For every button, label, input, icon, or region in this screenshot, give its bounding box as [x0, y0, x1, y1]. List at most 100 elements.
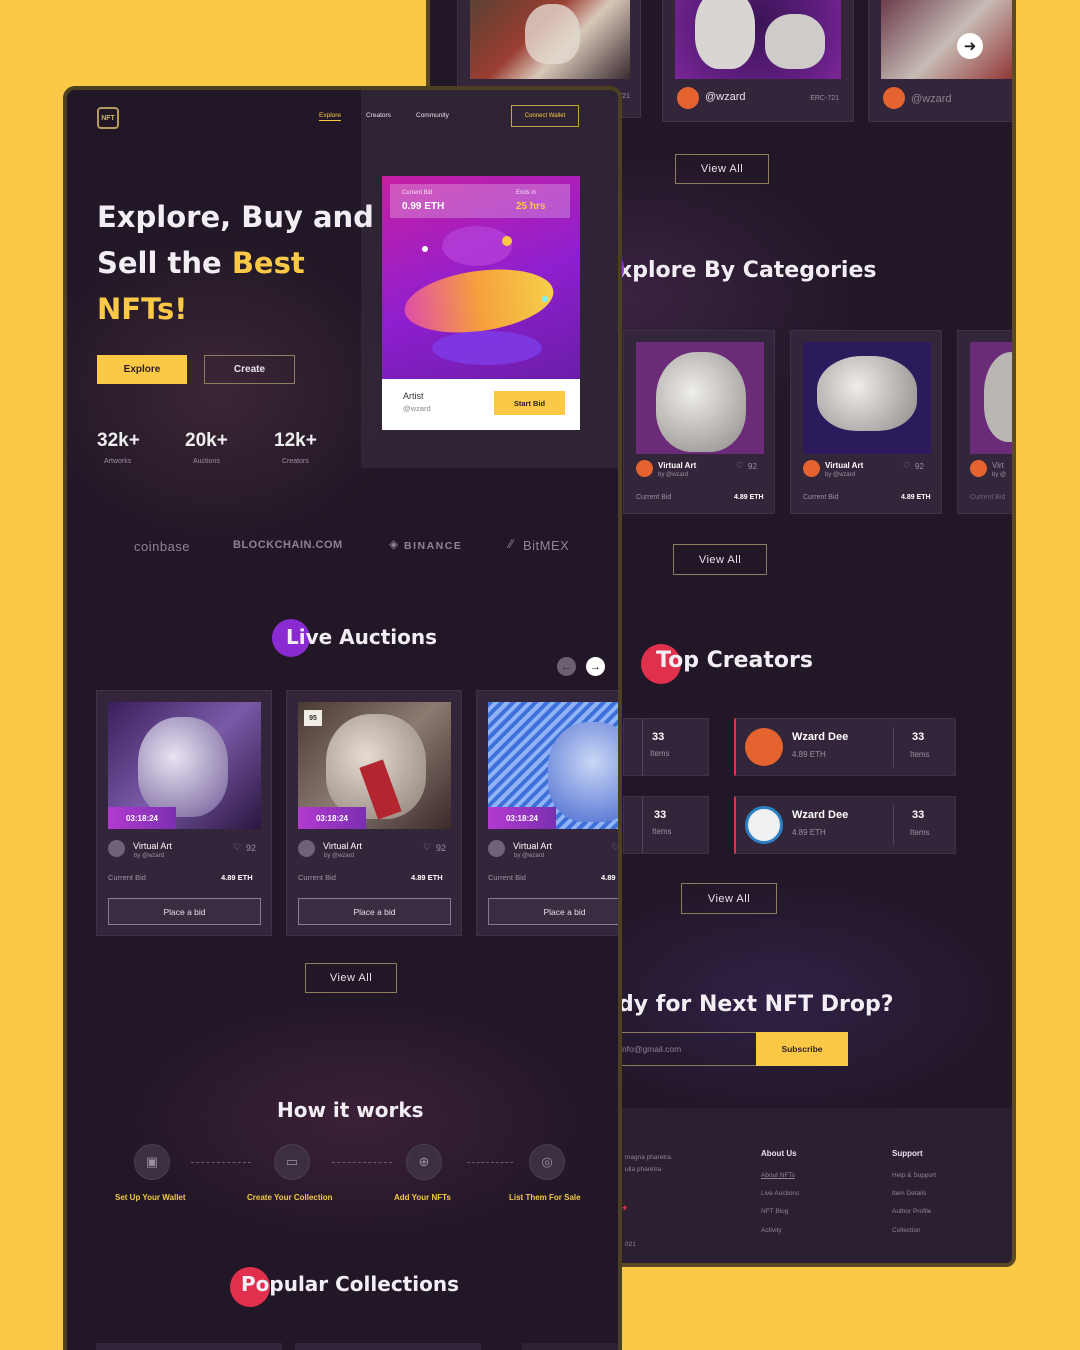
footer-link[interactable]: Collection [892, 1227, 921, 1234]
owner-name: @wzard [705, 91, 746, 103]
bid-label: Current Bid [803, 494, 839, 501]
nav-creators[interactable]: Creators [366, 112, 391, 119]
items-count: 33 [654, 809, 667, 821]
creator-name: Wzard Dee [792, 809, 849, 821]
place-bid-button[interactable]: Place a bid [108, 898, 261, 925]
copyright: 021 [625, 1241, 636, 1248]
logo[interactable]: NFT [97, 107, 119, 129]
arrow-left-icon[interactable]: ← [557, 657, 576, 676]
top-card-2[interactable]: @wzard ERC-721 [662, 0, 854, 122]
create-button[interactable]: Create [204, 355, 295, 384]
creator-card-2[interactable]: Wzard Dee 4.89 ETH 33 Items [734, 796, 956, 854]
connect-wallet-button[interactable]: Connect Wallet [511, 105, 579, 127]
popular-collections-title: Popular Collections [241, 1272, 459, 1296]
nav-community[interactable]: Community [416, 112, 449, 119]
number-badge: 95 [304, 710, 322, 726]
start-bid-button[interactable]: Start Bid [494, 391, 565, 415]
view-all-button[interactable]: View All [675, 154, 769, 184]
partner-logo-blockchain: BLOCKCHAIN.COM [233, 539, 343, 551]
view-all-button[interactable]: View All [305, 963, 397, 993]
email-input[interactable]: nfo@gmail.com [618, 1032, 757, 1066]
place-bid-button[interactable]: Place a bid [488, 898, 618, 925]
explore-button[interactable]: Explore [97, 355, 187, 384]
hero-nft-card[interactable]: Current Bid 0.99 ETH Ends in 25 hrs Arti… [382, 176, 580, 430]
bitmex-icon: ⁄⁄ [509, 537, 514, 551]
hero-title: Explore, Buy and Sell the Best NFTs! [97, 200, 374, 326]
item-creator: by @wzard [134, 853, 165, 859]
bid-value: 4.89 [601, 873, 616, 882]
view-all-button[interactable]: View All [681, 883, 777, 914]
category-card-2[interactable]: Virtual Art by @wzard ♡ 92 Current Bid 4… [790, 330, 942, 514]
item-title: Virtual Art [825, 461, 864, 470]
auction-card-2[interactable]: 95 03:18:24 Virtual Art by @wzard ♡ 92 C… [286, 690, 462, 936]
footer-link[interactable]: Live Auctions [761, 1190, 799, 1197]
artist-handle: @wzard [403, 404, 431, 413]
footer-link[interactable]: NFT Blog [761, 1208, 788, 1215]
footer-link[interactable]: About NFTs [761, 1172, 795, 1179]
footer-link[interactable]: Help & Support [892, 1172, 936, 1179]
bid-label: Current Bid [488, 873, 526, 882]
avatar [636, 460, 653, 477]
collection-card[interactable] [295, 1343, 481, 1350]
creator-card-left-2[interactable]: 33 Items [623, 796, 709, 854]
bid-value: 4.89 ETH [901, 494, 931, 501]
footer-link[interactable]: Item Details [892, 1190, 926, 1197]
category-card-1[interactable]: Virtual Art by @wzard ♡ 92 Current Bid 4… [623, 330, 775, 514]
auction-card-3[interactable]: 03:18:24 Virtual Art by @wzard ♡ Current… [476, 690, 618, 936]
item-creator: by @ [992, 472, 1007, 478]
nav-explore[interactable]: Explore [319, 112, 342, 121]
avatar [883, 87, 905, 109]
item-title: Virtual Art [513, 841, 552, 851]
collection-card[interactable] [96, 1343, 282, 1350]
bid-value: 4.89 ETH [221, 873, 253, 882]
heart-icon[interactable]: ♡ [736, 461, 743, 470]
place-bid-button[interactable]: Place a bid [298, 898, 451, 925]
view-all-button[interactable]: View All [673, 544, 767, 575]
list-sale-icon: ◎ [529, 1144, 565, 1180]
auction-card-1[interactable]: 03:18:24 Virtual Art by @wzard ♡ 92 Curr… [96, 690, 272, 936]
heart-icon[interactable]: ♡ [423, 842, 431, 853]
heart-icon[interactable]: ♡ [233, 842, 241, 853]
arrow-right-icon[interactable]: → [586, 657, 605, 676]
footer-link[interactable]: Activity [761, 1227, 782, 1234]
arrow-right-icon[interactable]: ➜ [957, 33, 983, 59]
partner-logo-binance: BINANCE [404, 540, 463, 552]
item-creator: by @wzard [514, 853, 545, 859]
avatar [108, 840, 125, 857]
stat-value: 32k+ [97, 430, 140, 451]
heart-icon[interactable]: ♡ [903, 461, 910, 470]
footer-support-title: Support [892, 1149, 923, 1158]
current-bid-value: 0.99 ETH [402, 201, 445, 212]
partner-logo-bitmex: BitMEX [523, 538, 570, 553]
top-card-3[interactable]: @wzard ➜ [868, 0, 1012, 122]
footer-about-title: About Us [761, 1149, 797, 1158]
auction-timer: 03:18:24 [298, 807, 366, 829]
front-page: NFT Explore Creators Community Connect W… [63, 86, 622, 1350]
ends-value: 25 hrs [516, 201, 546, 212]
stat-value: 20k+ [185, 430, 228, 451]
creator-card-left-1[interactable]: 33 Items [623, 718, 709, 776]
creator-card-1[interactable]: Wzard Dee 4.89 ETH 33 Items [734, 718, 956, 776]
footer-link[interactable]: Author Profile [892, 1208, 931, 1215]
add-nft-icon: ⊕ [406, 1144, 442, 1180]
item-creator: by @wzard [658, 472, 689, 478]
stat-label: Artworks [104, 458, 132, 465]
subscribe-button[interactable]: Subscribe [756, 1032, 848, 1066]
step-label: Create Your Collection [247, 1193, 333, 1202]
heart-icon[interactable]: ♡ [611, 842, 618, 853]
artist-label: Artist [403, 391, 424, 401]
collection-card[interactable] [522, 1343, 618, 1350]
category-card-3[interactable]: Virt by @ Current Bid [957, 330, 1012, 514]
social-icon[interactable]: ✦ [621, 1203, 629, 1214]
creator-name: Wzard Dee [792, 731, 849, 743]
step-label: List Them For Sale [509, 1193, 581, 1202]
bid-label: Current Bid [636, 494, 672, 501]
avatar [745, 728, 783, 766]
bid-value: 4.89 ETH [734, 494, 764, 501]
creator-eth: 4.89 ETH [792, 828, 826, 837]
auction-timer: 03:18:24 [108, 807, 176, 829]
creators-title: Top Creators [656, 648, 813, 673]
item-creator: by @wzard [825, 472, 856, 478]
how-it-works-title: How it works [277, 1098, 424, 1122]
items-label: Items [650, 749, 670, 758]
